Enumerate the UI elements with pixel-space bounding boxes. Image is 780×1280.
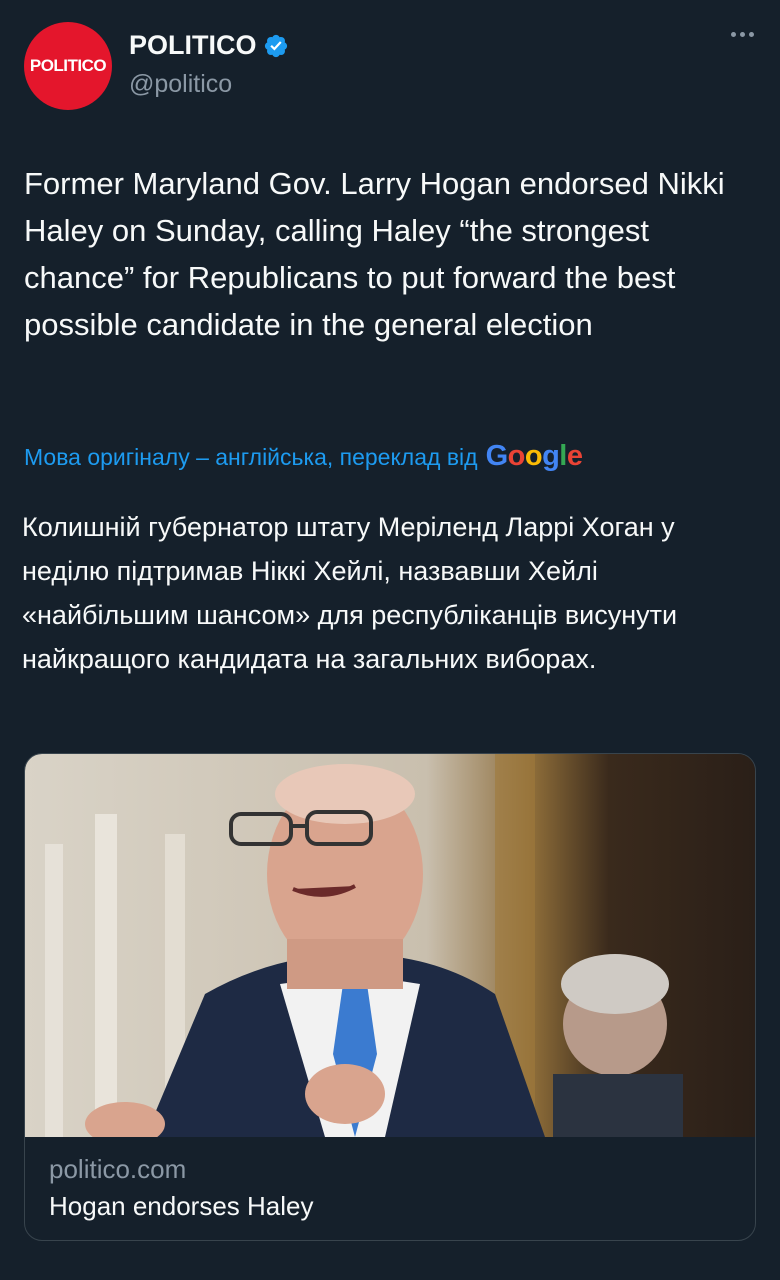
card-image[interactable] [25,754,755,1137]
avatar[interactable]: POLITICO [24,22,112,110]
author-name-row[interactable]: POLITICO [129,30,289,61]
avatar-logo-text: POLITICO [29,56,107,75]
link-preview-card[interactable]: politico.com Hogan endorses Haley [24,753,756,1241]
author-handle[interactable]: @politico [129,70,232,99]
google-logo: Google [485,440,583,472]
card-title[interactable]: Hogan endorses Haley [49,1191,314,1222]
more-dot [740,32,745,37]
verified-badge-icon [264,34,287,57]
more-options-icon[interactable] [731,32,754,37]
translation-notice[interactable]: Мова оригіналу – англійська, переклад ві… [24,440,583,473]
card-meta[interactable]: politico.com Hogan endorses Haley [49,1154,314,1222]
author-name[interactable]: POLITICO [129,30,257,61]
more-dot [731,32,736,37]
tweet-text: Former Maryland Gov. Larry Hogan endorse… [24,166,725,342]
translated-text: Колишній губернатор штату Меріленд Ларрі… [22,512,678,674]
card-domain: politico.com [49,1154,187,1184]
more-dot [749,32,754,37]
translation-label[interactable]: Мова оригіналу – англійська, переклад ві… [24,444,478,471]
